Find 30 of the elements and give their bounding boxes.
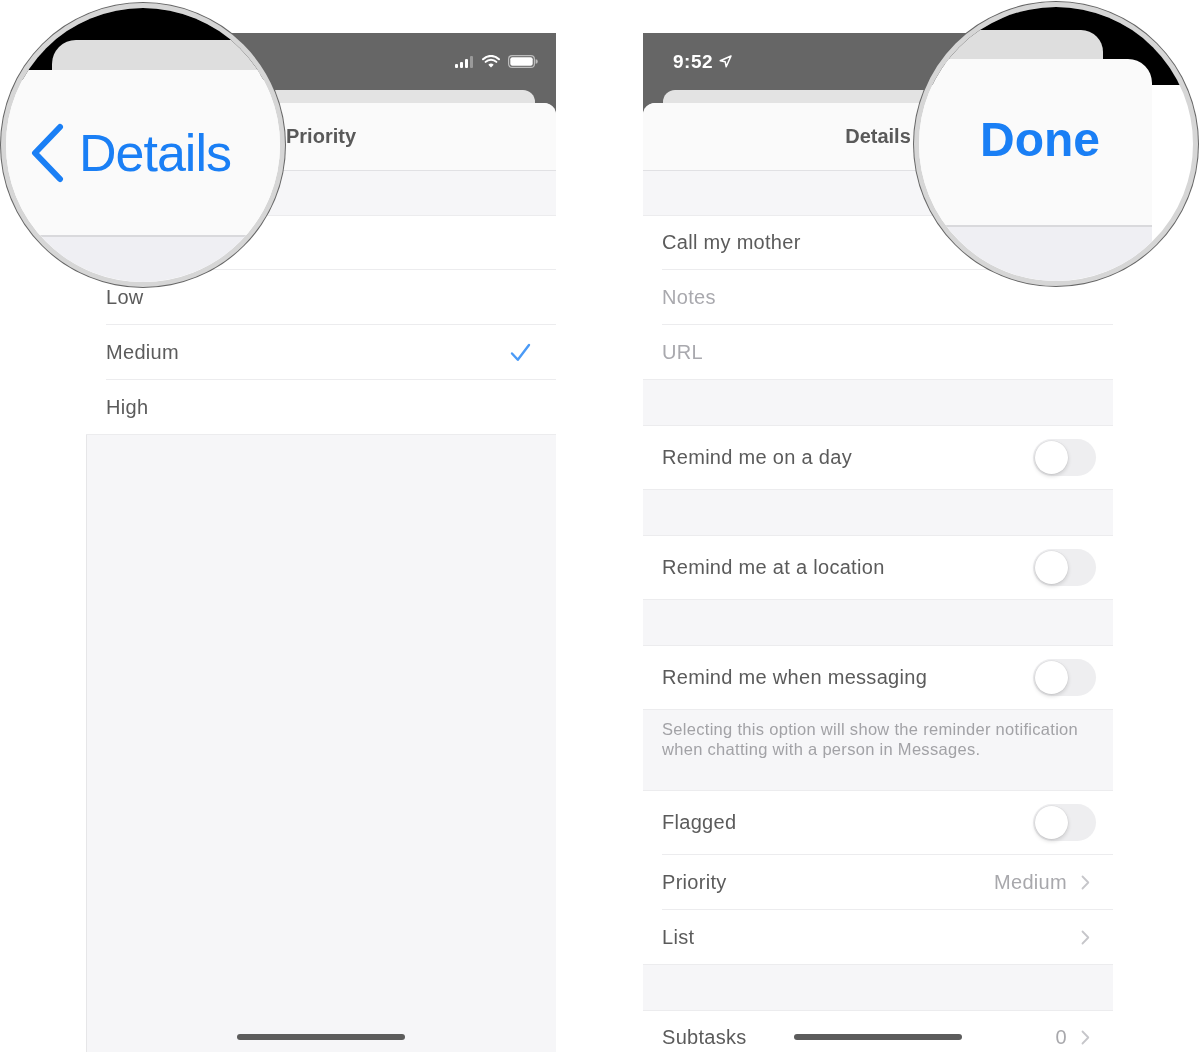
row-label: Priority [662, 870, 727, 894]
nav-title: Details [845, 125, 911, 148]
battery-icon [508, 55, 538, 68]
status-time: 9:52 [673, 50, 714, 73]
signal-icon [455, 55, 474, 68]
chevron-right-icon [1081, 874, 1090, 890]
toggle-switch[interactable] [1033, 659, 1096, 696]
row-label: Remind me on a day [662, 446, 852, 469]
row-label: Remind me at a location [662, 556, 885, 579]
row-value: 0 [1055, 1026, 1067, 1049]
done-button[interactable]: Done [980, 112, 1100, 168]
nav-title: Priority [286, 125, 356, 148]
back-button[interactable]: Details [30, 122, 231, 184]
toggle-switch[interactable] [1033, 803, 1096, 841]
toggle-switch[interactable] [1033, 439, 1096, 476]
chevron-right-icon [1081, 930, 1090, 945]
row-label: Flagged [662, 810, 737, 834]
footer-note: Selecting this option will show the reminder notification when chatting with a person in Messages. [661, 719, 1080, 760]
row-label: List [662, 926, 695, 949]
row-label: Subtasks [662, 1026, 747, 1049]
chevron-left-icon [30, 123, 64, 183]
text-field[interactable]: Call my mother [662, 215, 902, 269]
row-value: Medium [994, 870, 1067, 894]
option-row[interactable]: High [86, 380, 556, 435]
option-row[interactable]: Medium [86, 325, 556, 380]
location-arrow-icon [719, 55, 733, 68]
row-label: Remind me when messaging [662, 666, 928, 689]
wifi-icon [482, 55, 500, 68]
chevron-right-icon [1081, 1030, 1090, 1045]
toggle-switch[interactable] [1033, 549, 1096, 586]
